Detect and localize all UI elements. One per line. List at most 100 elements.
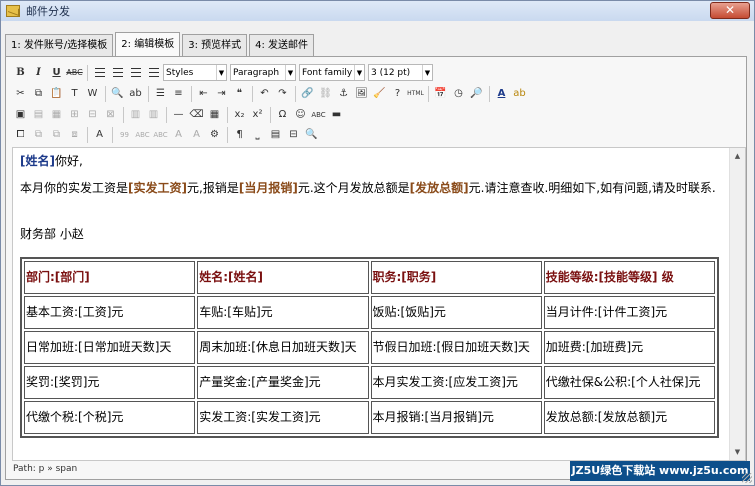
table-cell[interactable]: 奖罚:[奖罚]元 [24,366,196,399]
table-cell[interactable]: 代缴社保&公积:[个人社保]元 [543,366,715,399]
cite-icon[interactable]: 99 [116,126,133,143]
undo-icon[interactable]: ↶ [256,85,273,102]
insert-row-before-icon[interactable]: ⊞ [66,106,83,123]
redo-icon[interactable]: ↷ [274,85,291,102]
table-cell[interactable]: 产量奖金:[产量奖金]元 [197,366,369,399]
style-props-icon[interactable]: A [91,126,108,143]
blockquote-icon[interactable]: ❝ [231,85,248,102]
styles-select[interactable]: Styles ▼ [163,64,227,81]
table-cell[interactable]: 代缴个税:[个税]元 [24,401,196,434]
page-break-icon[interactable]: ⊟ [285,126,302,143]
anchor-icon[interactable]: ⚓ [335,85,352,102]
table-cell[interactable]: 部门:[部门] [24,261,196,294]
align-right-icon[interactable] [127,64,144,81]
table-cell[interactable]: 发放总额:[发放总额]元 [543,401,715,434]
table-cell-props-icon[interactable]: ▦ [48,106,65,123]
nonbreaking-icon[interactable]: ⎵ [249,126,266,143]
cut-icon[interactable]: ✂ [12,85,29,102]
delete-row-icon[interactable]: ⊠ [102,106,119,123]
insert-row-after-icon[interactable]: ⊟ [84,106,101,123]
table-cell[interactable]: 基本工资:[工资]元 [24,296,196,329]
outdent-icon[interactable]: ⇤ [195,85,212,102]
italic-icon[interactable]: I [30,64,47,81]
tab-sender-account[interactable]: 1: 发件账号/选择模板 [5,34,114,56]
abbr-icon[interactable]: ABC [134,126,151,143]
background-color-icon[interactable]: ab [511,85,528,102]
del-icon[interactable]: A [170,126,187,143]
preview-icon[interactable]: 🔎 [468,85,485,102]
insert-col-before-icon[interactable]: ▥ [127,106,144,123]
table-cell[interactable]: 姓名:[姓名] [197,261,369,294]
zoom-icon[interactable]: 🔍 [303,126,320,143]
insert-date-icon[interactable]: 📅 [432,85,449,102]
find-icon[interactable]: 🔍 [109,85,126,102]
vertical-scrollbar[interactable]: ▲ ▼ [729,148,745,460]
cleanup-icon[interactable]: 🧹 [371,85,388,102]
table-cell[interactable]: 饭贴:[饭贴]元 [370,296,542,329]
table-cell[interactable]: 实发工资:[实发工资]元 [197,401,369,434]
spellcheck-icon[interactable]: ABC [310,106,327,123]
absolute-position-icon[interactable]: ⧈ [66,126,83,143]
table-cell[interactable]: 周末加班:[休息日加班天数]天 [197,331,369,364]
resize-grip-icon[interactable] [742,473,752,483]
superscript-icon[interactable]: x² [249,106,266,123]
move-forward-icon[interactable]: ⧉ [30,126,47,143]
move-backward-icon[interactable]: ⧉ [48,126,65,143]
table-cell[interactable]: 车贴:[车贴]元 [197,296,369,329]
table-cell[interactable]: 技能等级:[技能等级] 级 [543,261,715,294]
close-button[interactable]: ✕ [710,2,750,19]
horizontal-rule-icon[interactable]: — [170,106,187,123]
emoticon-icon[interactable]: ☺ [292,106,309,123]
tab-edit-template[interactable]: 2: 编辑模板 [115,32,181,56]
remove-format-icon[interactable]: ⌫ [188,106,205,123]
table-cell[interactable]: 加班费:[加班费]元 [543,331,715,364]
table-cell[interactable]: 当月计件:[计件工资]元 [543,296,715,329]
attributes-icon[interactable]: ⚙ [206,126,223,143]
table-row-props-icon[interactable]: ▤ [30,106,47,123]
bold-icon[interactable]: B [12,64,29,81]
align-justify-icon[interactable] [145,64,162,81]
acronym-icon[interactable]: ABC [152,126,169,143]
numbered-list-icon[interactable]: ≡ [170,85,187,102]
underline-icon[interactable]: U [48,64,65,81]
scroll-down-icon[interactable]: ▼ [730,444,745,460]
indent-icon[interactable]: ⇥ [213,85,230,102]
replace-icon[interactable]: ab [127,85,144,102]
image-icon[interactable]: 🖼 [353,85,370,102]
insert-col-after-icon[interactable]: ▥ [145,106,162,123]
insert-time-icon[interactable]: ◷ [450,85,467,102]
media-icon[interactable]: ▬ [328,106,345,123]
template-icon[interactable]: ▤ [267,126,284,143]
scroll-up-icon[interactable]: ▲ [730,148,745,164]
font-size-select[interactable]: 3 (12 pt) ▼ [368,64,433,81]
table-cell[interactable]: 职务:[职务] [370,261,542,294]
html-source-icon[interactable]: HTML [407,85,424,102]
text-color-icon[interactable]: A [493,85,510,102]
special-char-icon[interactable]: Ω [274,106,291,123]
font-family-select[interactable]: Font family ▼ [299,64,365,81]
strikethrough-icon[interactable]: ABC [66,64,83,81]
align-center-icon[interactable] [109,64,126,81]
paste-text-icon[interactable]: T [66,85,83,102]
table-cell[interactable]: 本月报销:[当月报销]元 [370,401,542,434]
link-icon[interactable]: 🔗 [299,85,316,102]
ins-icon[interactable]: A [188,126,205,143]
format-select[interactable]: Paragraph ▼ [230,64,296,81]
insert-layer-icon[interactable]: ⧠ [12,126,29,143]
table-cell[interactable]: 本月实发工资:[应发工资]元 [370,366,542,399]
help-icon[interactable]: ? [389,85,406,102]
bullet-list-icon[interactable]: ☰ [152,85,169,102]
paste-word-icon[interactable]: W [84,85,101,102]
show-blocks-icon[interactable]: ¶ [231,126,248,143]
copy-icon[interactable]: ⧉ [30,85,47,102]
table-cell[interactable]: 节假日加班:[假日加班天数]天 [370,331,542,364]
visual-aid-icon[interactable]: ▣ [12,106,29,123]
paste-icon[interactable]: 📋 [48,85,65,102]
template-editor[interactable]: [姓名]你好, 本月你的实发工资是[实发工资]元,报销是[当月报销]元.这个月发… [12,147,746,461]
align-left-icon[interactable] [91,64,108,81]
table-cell[interactable]: 日常加班:[日常加班天数]天 [24,331,196,364]
tab-send-mail[interactable]: 4: 发送邮件 [249,34,315,56]
tab-preview-style[interactable]: 3: 预览样式 [182,34,248,56]
unlink-icon[interactable]: ⛓ [317,85,334,102]
insert-table-icon[interactable]: ▦ [206,106,223,123]
